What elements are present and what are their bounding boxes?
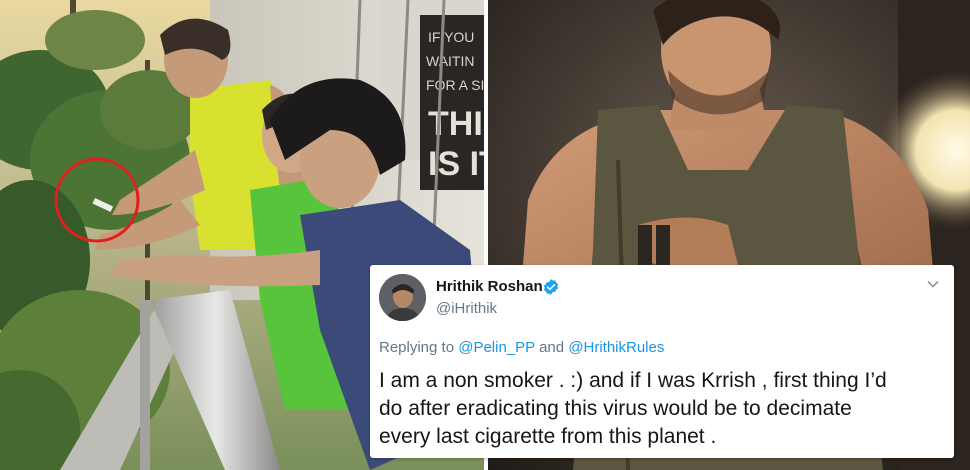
sign-line-2: WAITIN: [426, 53, 474, 69]
tweet-text-line: every last cigarette from this planet .: [379, 425, 717, 448]
replying-conjunction: and: [539, 339, 565, 356]
mention-link-1[interactable]: @Pelin_PP: [458, 339, 535, 356]
display-name[interactable]: Hrithik Roshan: [436, 278, 543, 295]
tweet-text-line: do after eradicating this virus would be…: [379, 397, 852, 420]
avatar[interactable]: [379, 274, 426, 321]
mention-link-2[interactable]: @HrithikRules: [568, 339, 664, 356]
tweet-card[interactable]: Hrithik Roshan @iHrithik Replying to @Pe…: [370, 265, 954, 458]
sign-line-1: IF YOU: [428, 29, 474, 45]
user-handle[interactable]: @iHrithik: [436, 300, 497, 317]
sign-board: IF YOU WAITIN FOR A SI THIS IS IT: [420, 15, 484, 190]
sign-line-3: FOR A SI: [426, 77, 484, 93]
verified-badge-icon: [543, 279, 559, 295]
chevron-down-icon[interactable]: [926, 277, 940, 291]
replying-to: Replying to @Pelin_PP and @HrithikRules: [379, 339, 664, 356]
sign-line-4: THIS: [428, 105, 484, 143]
tweet-text: I am a non smoker . :) and if I was Krri…: [379, 367, 949, 451]
avatar-image: [379, 274, 426, 321]
tweet-text-line: I am a non smoker . :) and if I was Krri…: [379, 369, 887, 392]
replying-prefix: Replying to: [379, 339, 455, 356]
